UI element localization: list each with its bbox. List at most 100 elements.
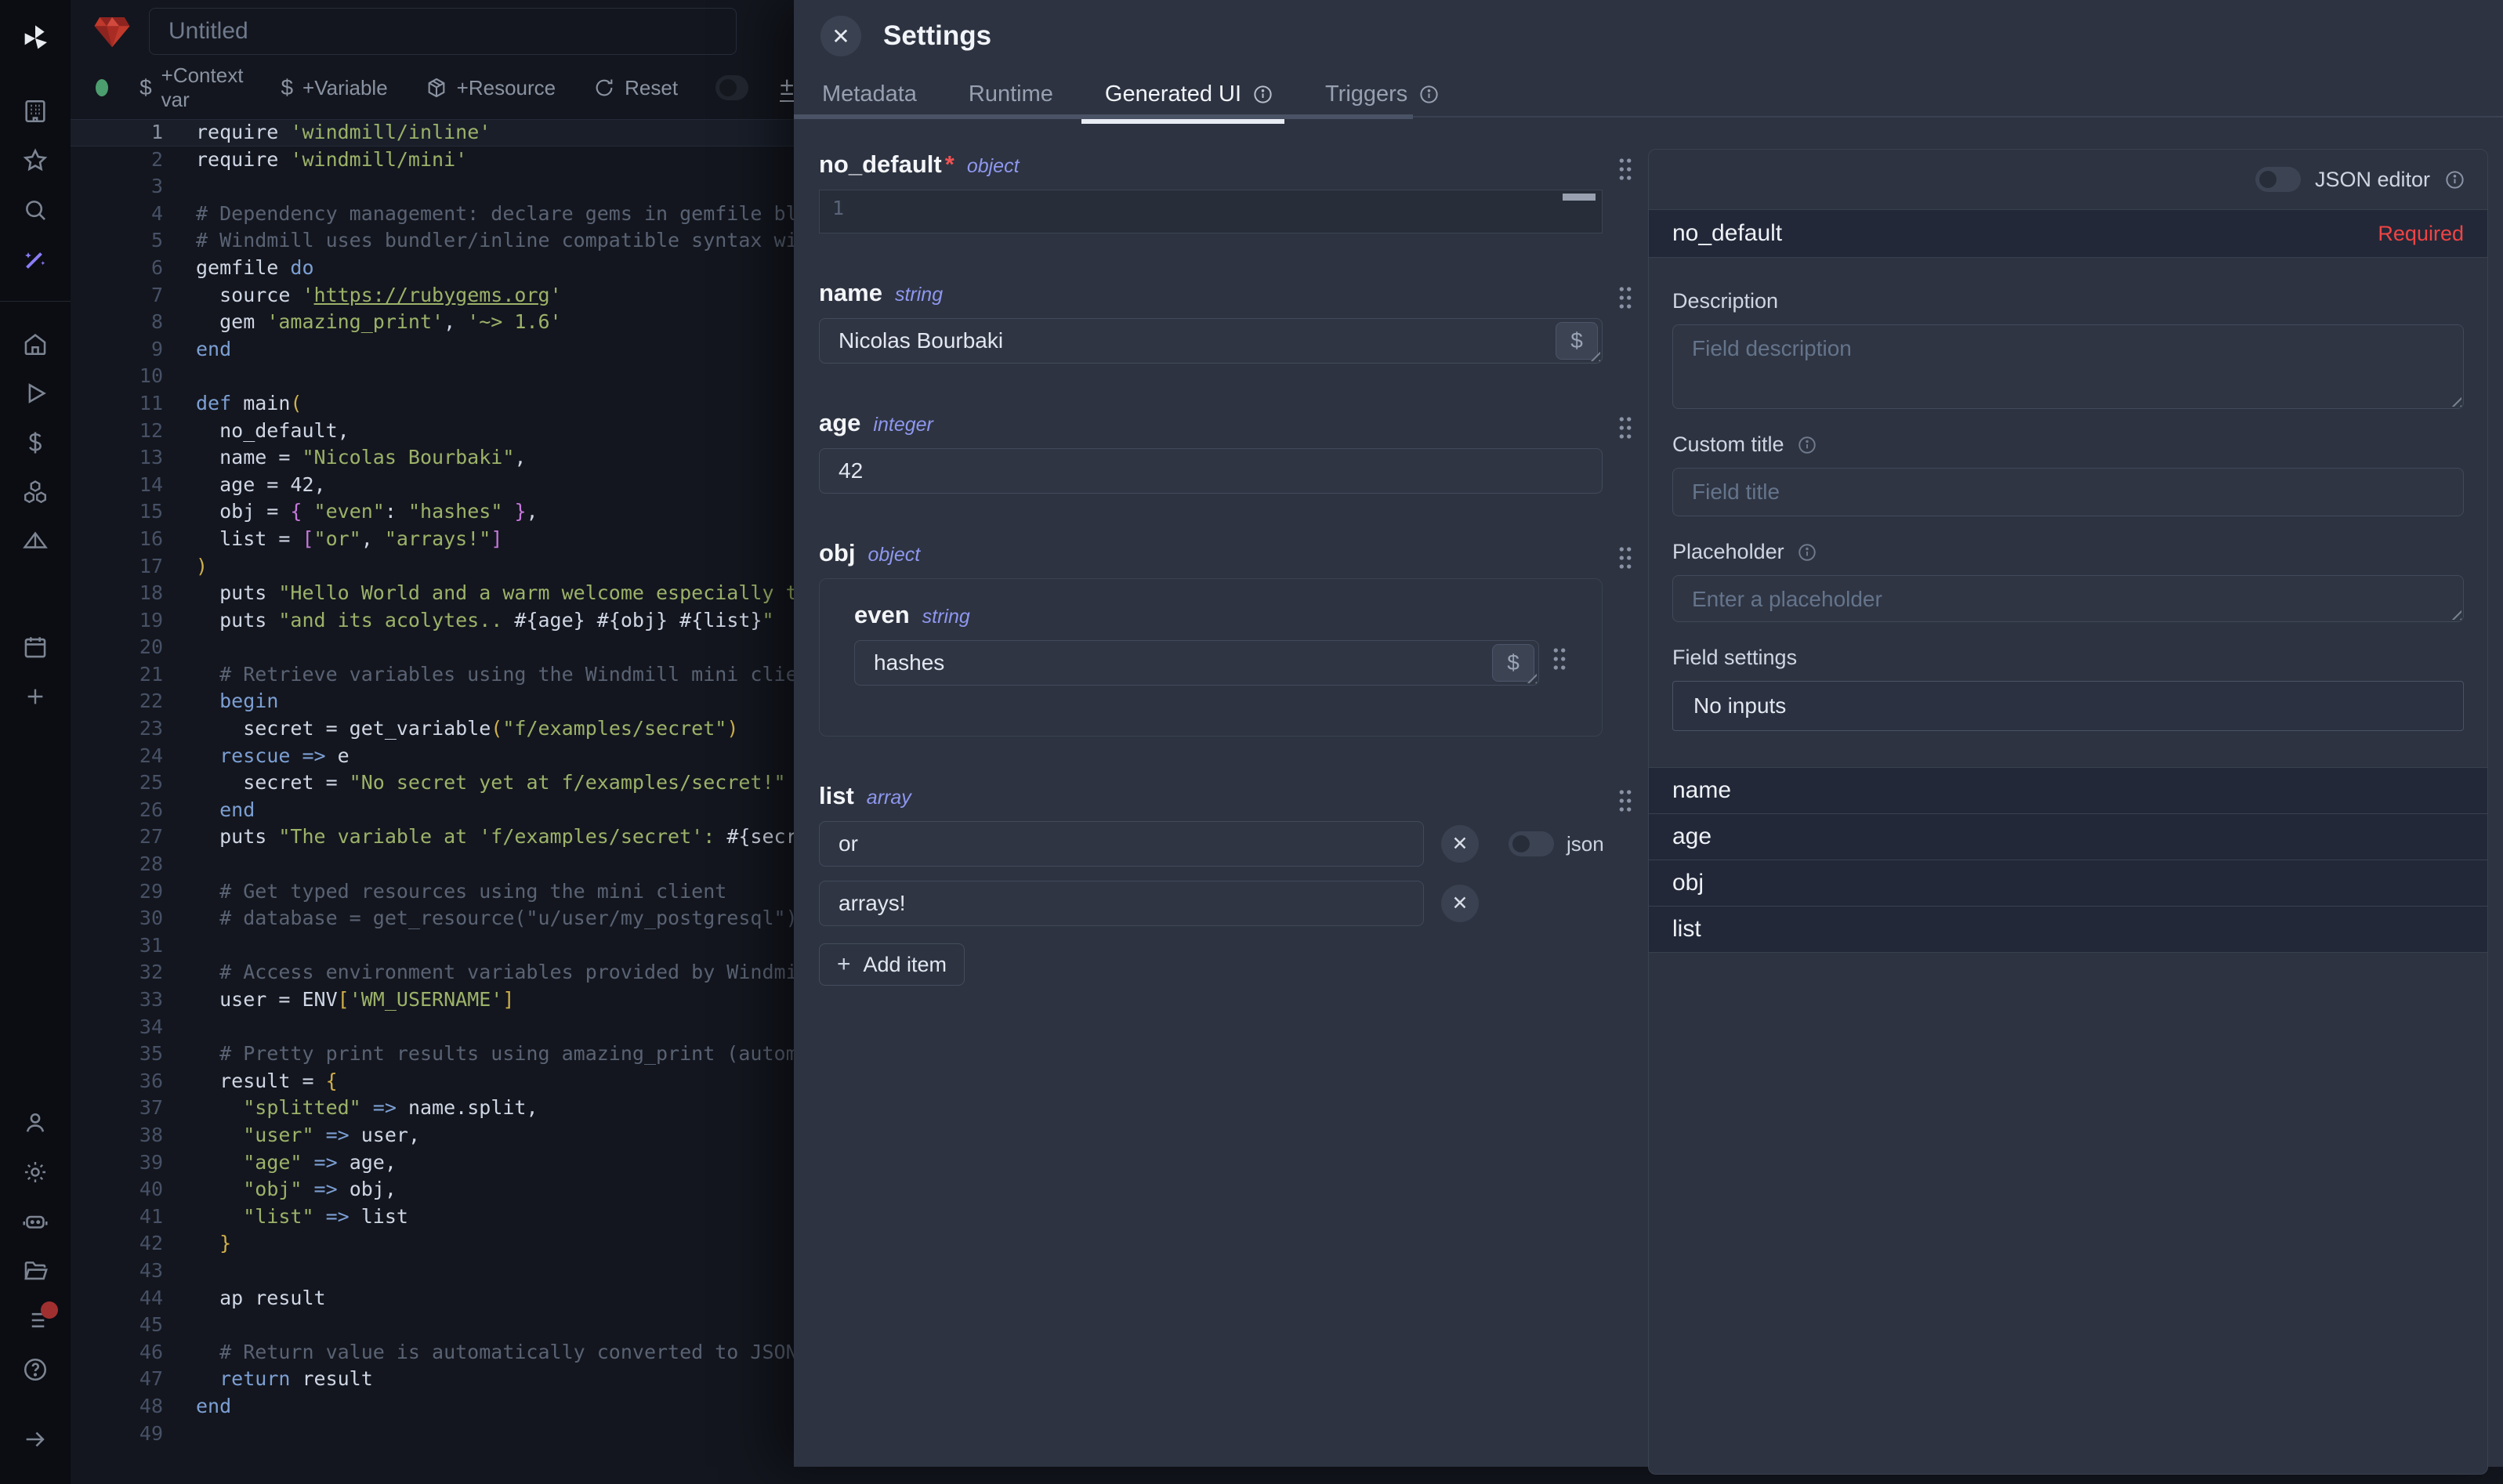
- code-line[interactable]: 48end: [71, 1393, 794, 1421]
- add-resource-button[interactable]: +Resource: [426, 76, 556, 100]
- name-input[interactable]: [820, 328, 1556, 353]
- code-line[interactable]: 47 return result: [71, 1366, 794, 1393]
- tab-runtime[interactable]: Runtime: [969, 72, 1053, 116]
- code-line[interactable]: 22 begin: [71, 688, 794, 715]
- code-line[interactable]: 17): [71, 553, 794, 581]
- code-line[interactable]: 30 # database = get_resource("u/user/my_…: [71, 905, 794, 932]
- code-line[interactable]: 40 "obj" => obj,: [71, 1176, 794, 1203]
- tab-triggers[interactable]: Triggers: [1325, 72, 1440, 116]
- code-line[interactable]: 32 # Access environment variables provid…: [71, 959, 794, 986]
- add-variable-button[interactable]: $ +Variable: [281, 75, 387, 100]
- insert-variable-dollar-button[interactable]: $: [1556, 322, 1598, 360]
- tab-metadata[interactable]: Metadata: [822, 72, 917, 116]
- code-line[interactable]: 24 rescue => e: [71, 743, 794, 770]
- code-line[interactable]: 21 # Retrieve variables using the Windmi…: [71, 661, 794, 689]
- code-line[interactable]: 9end: [71, 336, 794, 364]
- age-input[interactable]: [820, 458, 1602, 483]
- drag-handle-icon[interactable]: [1617, 545, 1634, 570]
- workspace-icon[interactable]: [0, 86, 71, 136]
- code-line[interactable]: 25 secret = "No secret yet at f/examples…: [71, 769, 794, 797]
- drag-handle-icon[interactable]: [1617, 157, 1634, 182]
- code-line[interactable]: 42 }: [71, 1230, 794, 1258]
- code-line[interactable]: 14 age = 42,: [71, 472, 794, 499]
- reset-button[interactable]: Reset: [593, 76, 678, 100]
- selected-field-row[interactable]: no_default Required: [1649, 209, 2487, 258]
- drag-handle-icon[interactable]: [1617, 788, 1634, 813]
- list-item-input[interactable]: [820, 891, 1423, 916]
- code-line[interactable]: 11def main(: [71, 390, 794, 418]
- search-icon[interactable]: [0, 185, 71, 234]
- code-line[interactable]: 41 "list" => list: [71, 1203, 794, 1231]
- code-line[interactable]: 20: [71, 634, 794, 661]
- add-plus-icon[interactable]: [0, 671, 71, 721]
- code-line[interactable]: 23 secret = get_variable("f/examples/sec…: [71, 715, 794, 743]
- code-line[interactable]: 33 user = ENV['WM_USERNAME']: [71, 986, 794, 1014]
- code-line[interactable]: 46 # Return value is automatically conve…: [71, 1339, 794, 1366]
- field-row-obj[interactable]: obj: [1649, 860, 2487, 907]
- ai-robot-icon[interactable]: [0, 1196, 71, 1246]
- ai-wand-icon[interactable]: [0, 234, 71, 284]
- changelog-list-icon[interactable]: [0, 1295, 71, 1345]
- insert-variable-dollar-button[interactable]: $: [1492, 644, 1534, 682]
- drag-handle-icon[interactable]: [1617, 415, 1634, 440]
- code-line[interactable]: 35 # Pretty print results using amazing_…: [71, 1041, 794, 1068]
- code-line[interactable]: 10: [71, 363, 794, 390]
- description-textarea[interactable]: [1673, 325, 2463, 397]
- no-default-json-input[interactable]: 1: [819, 190, 1603, 233]
- add-item-button[interactable]: + Add item: [819, 943, 965, 986]
- windmill-logo-icon[interactable]: [0, 11, 71, 66]
- code-line[interactable]: 49: [71, 1421, 794, 1448]
- tab-generated-ui[interactable]: Generated UI: [1105, 72, 1273, 116]
- schedules-prism-icon[interactable]: [0, 516, 71, 566]
- code-line[interactable]: 45: [71, 1312, 794, 1339]
- code-line[interactable]: 16 list = ["or", "arrays!"]: [71, 526, 794, 553]
- remove-item-icon[interactable]: ✕: [1441, 885, 1479, 922]
- code-line[interactable]: 8 gem 'amazing_print', '~> 1.6': [71, 309, 794, 336]
- code-line[interactable]: 39 "age" => age,: [71, 1149, 794, 1177]
- remove-item-icon[interactable]: ✕: [1441, 825, 1479, 863]
- custom-title-input[interactable]: [1673, 469, 2463, 516]
- favorites-star-icon[interactable]: [0, 136, 71, 185]
- code-line[interactable]: 29 # Get typed resources using the mini …: [71, 878, 794, 906]
- code-line[interactable]: 44 ap result: [71, 1285, 794, 1312]
- editor-scrollbar[interactable]: [1563, 194, 1596, 201]
- code-line[interactable]: 13 name = "Nicolas Bourbaki",: [71, 444, 794, 472]
- user-icon[interactable]: [0, 1098, 71, 1147]
- drag-handle-icon[interactable]: [1617, 285, 1634, 310]
- code-line[interactable]: 6gemfile do: [71, 255, 794, 282]
- code-line[interactable]: 1require 'windmill/inline': [71, 119, 794, 147]
- code-line[interactable]: 28: [71, 851, 794, 878]
- field-row-list[interactable]: list: [1649, 907, 2487, 953]
- list-item-input[interactable]: [820, 831, 1423, 856]
- json-toggle[interactable]: [1509, 831, 1554, 856]
- code-line[interactable]: 18 puts "Hello World and a warm welcome …: [71, 580, 794, 607]
- code-editor[interactable]: 1require 'windmill/inline'2require 'wind…: [71, 113, 794, 1484]
- code-line[interactable]: 3: [71, 173, 794, 201]
- variables-dollar-icon[interactable]: [0, 418, 71, 467]
- add-context-var-button[interactable]: $ +Context var: [139, 63, 243, 112]
- field-row-age[interactable]: age: [1649, 814, 2487, 860]
- code-line[interactable]: 36 result = {: [71, 1068, 794, 1095]
- code-line[interactable]: 37 "splitted" => name.split,: [71, 1095, 794, 1122]
- code-line[interactable]: 43: [71, 1258, 794, 1285]
- code-line[interactable]: 34: [71, 1014, 794, 1041]
- code-line[interactable]: 15 obj = { "even": "hashes" },: [71, 498, 794, 526]
- code-line[interactable]: 31: [71, 932, 794, 960]
- close-icon[interactable]: ✕: [820, 16, 861, 56]
- diff-plusminus-button[interactable]: ±: [780, 74, 794, 102]
- collapse-arrow-icon[interactable]: [0, 1414, 71, 1464]
- code-line[interactable]: 5# Windmill uses bundler/inline compatib…: [71, 227, 794, 255]
- code-line[interactable]: 38 "user" => user,: [71, 1122, 794, 1149]
- code-line[interactable]: 2require 'windmill/mini': [71, 147, 794, 174]
- drag-handle-icon[interactable]: [1551, 646, 1568, 671]
- help-icon[interactable]: [0, 1345, 71, 1394]
- calendar-icon[interactable]: [0, 622, 71, 671]
- editor-toggle[interactable]: [715, 75, 748, 100]
- runs-play-icon[interactable]: [0, 368, 71, 418]
- code-line[interactable]: 4# Dependency management: declare gems i…: [71, 201, 794, 228]
- code-line[interactable]: 19 puts "and its acolytes.. #{age} #{obj…: [71, 607, 794, 635]
- folder-open-icon[interactable]: [0, 1246, 71, 1295]
- code-line[interactable]: 26 end: [71, 797, 794, 824]
- resources-cubes-icon[interactable]: [0, 467, 71, 516]
- settings-gear-icon[interactable]: [0, 1147, 71, 1196]
